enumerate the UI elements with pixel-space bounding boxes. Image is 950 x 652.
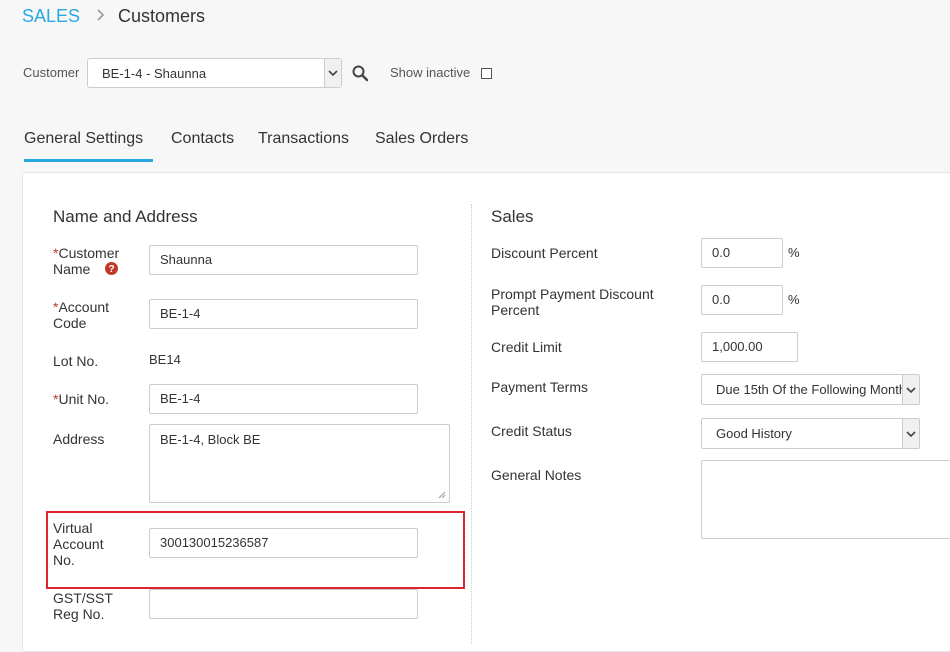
chevron-down-icon[interactable] bbox=[902, 419, 919, 448]
payment-terms-value: Due 15th Of the Following Month bbox=[716, 382, 907, 397]
sales-title: Sales bbox=[491, 207, 534, 226]
customer-label: Customer bbox=[23, 65, 80, 80]
customer-select-value: BE-1-4 - Shaunna bbox=[102, 66, 207, 81]
chevron-down-icon[interactable] bbox=[324, 59, 341, 87]
account-code-input[interactable]: BE-1-4 bbox=[149, 299, 418, 329]
customer-select[interactable]: BE-1-4 - Shaunna bbox=[87, 58, 342, 88]
general-notes-label: General Notes bbox=[491, 467, 582, 483]
credit-limit-input[interactable]: 1,000.00 bbox=[701, 332, 798, 362]
column-divider bbox=[471, 204, 472, 644]
payment-terms-label: Payment Terms bbox=[491, 379, 588, 395]
chevron-right-icon bbox=[97, 9, 105, 21]
customer-name-input[interactable]: Shaunna bbox=[149, 245, 418, 275]
credit-status-label: Credit Status bbox=[491, 423, 572, 439]
gst-reg-input[interactable] bbox=[149, 589, 418, 619]
tab-sales-orders[interactable]: Sales Orders bbox=[375, 130, 468, 148]
payment-terms-select[interactable]: Due 15th Of the Following Month bbox=[701, 374, 920, 405]
credit-status-select[interactable]: Good History bbox=[701, 418, 920, 449]
address-label: Address bbox=[53, 431, 105, 447]
show-inactive-checkbox[interactable] bbox=[481, 68, 492, 79]
tab-transactions[interactable]: Transactions bbox=[258, 130, 349, 148]
prompt-payment-label: Prompt Payment Discount Percent bbox=[491, 286, 654, 318]
prompt-payment-input[interactable]: 0.0 bbox=[701, 285, 783, 315]
highlight-box bbox=[46, 511, 465, 589]
credit-status-value: Good History bbox=[716, 426, 792, 441]
show-inactive-label: Show inactive bbox=[390, 65, 471, 80]
active-tab-indicator bbox=[24, 159, 153, 162]
lot-no-label: Lot No. bbox=[53, 353, 99, 369]
credit-limit-label: Credit Limit bbox=[491, 339, 562, 355]
search-icon[interactable] bbox=[351, 64, 369, 82]
unit-no-label: *Unit No. bbox=[53, 391, 110, 407]
name-address-title: Name and Address bbox=[53, 207, 198, 226]
tab-general-settings[interactable]: General Settings bbox=[24, 130, 143, 148]
resize-handle-icon[interactable] bbox=[438, 491, 446, 499]
general-notes-textarea[interactable] bbox=[701, 460, 950, 539]
svg-text:?: ? bbox=[108, 264, 114, 275]
gst-reg-label: GST/SST Reg No. bbox=[53, 590, 113, 622]
account-code-label: *Account Code bbox=[53, 299, 110, 331]
percent-unit: % bbox=[788, 292, 800, 307]
breadcrumb-sales-link[interactable]: SALES bbox=[22, 6, 80, 27]
page-title: Customers bbox=[118, 6, 206, 26]
discount-percent-input[interactable]: 0.0 bbox=[701, 238, 783, 268]
discount-percent-label: Discount Percent bbox=[491, 245, 598, 261]
help-icon[interactable]: ? bbox=[105, 262, 118, 275]
unit-no-input[interactable]: BE-1-4 bbox=[149, 384, 418, 414]
lot-no-value: BE14 bbox=[149, 352, 181, 367]
percent-unit: % bbox=[788, 245, 800, 260]
address-textarea[interactable]: BE-1-4, Block BE bbox=[149, 424, 450, 503]
chevron-down-icon[interactable] bbox=[902, 375, 919, 404]
address-value: BE-1-4, Block BE bbox=[160, 432, 261, 447]
tab-contacts[interactable]: Contacts bbox=[171, 130, 234, 148]
